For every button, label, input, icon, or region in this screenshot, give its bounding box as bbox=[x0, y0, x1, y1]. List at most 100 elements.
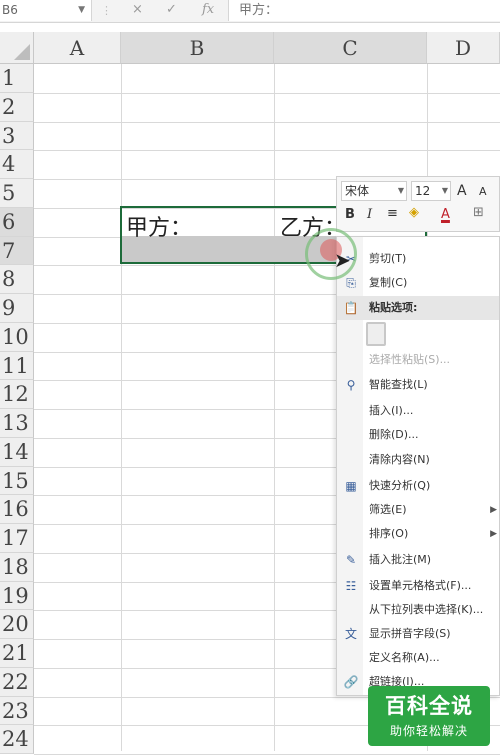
row-header-20[interactable]: 20 bbox=[0, 610, 34, 639]
column-header-b[interactable]: B bbox=[121, 32, 274, 64]
context-menu-item[interactable]: 定义名称(A)... bbox=[337, 646, 499, 670]
context-menu-item[interactable]: ⚲ 智能查找(L) bbox=[337, 373, 499, 397]
grid-line-horizontal bbox=[34, 150, 500, 152]
quick-analysis-icon: ▦ bbox=[345, 479, 357, 493]
cell-b6[interactable]: 甲方： bbox=[126, 210, 192, 242]
font-color-button[interactable]: A bbox=[441, 207, 450, 222]
context-menu-item[interactable]: 排序(O) ▶ bbox=[337, 522, 499, 546]
context-menu-item-label: 剪切(T) bbox=[369, 252, 407, 265]
row-header-2[interactable]: 2 bbox=[0, 92, 34, 122]
context-menu-item[interactable]: 选择性粘贴(S)... bbox=[337, 348, 499, 372]
row-header-17[interactable]: 17 bbox=[0, 524, 34, 553]
insert-function-icon[interactable]: fx bbox=[202, 2, 214, 17]
row-header-24[interactable]: 24 bbox=[0, 725, 34, 754]
hyperlink-icon: 🔗 bbox=[343, 675, 359, 689]
row-header-23[interactable]: 23 bbox=[0, 696, 34, 726]
enter-icon[interactable]: ✓ bbox=[166, 2, 177, 17]
row-header-14[interactable]: 14 bbox=[0, 437, 34, 467]
chevron-down-icon: ▼ bbox=[441, 186, 448, 195]
row-header-21[interactable]: 21 bbox=[0, 639, 34, 668]
cancel-icon[interactable]: × bbox=[132, 2, 143, 17]
context-menu-item-label: 显示拼音字段(S) bbox=[369, 627, 451, 640]
context-menu-item-label: 定义名称(A)... bbox=[369, 651, 440, 664]
context-menu-item-label: 复制(C) bbox=[369, 276, 408, 289]
formula-bar-separator: ⋮ bbox=[101, 4, 112, 17]
watermark-subtitle: 助你轻松解决 bbox=[389, 724, 468, 738]
row-header-12[interactable]: 12 bbox=[0, 380, 34, 409]
context-menu-item-label: 删除(D)... bbox=[369, 428, 419, 441]
font-name-value: 宋体 bbox=[345, 184, 370, 198]
bold-button[interactable]: B bbox=[345, 207, 355, 222]
grid-line-vertical bbox=[274, 64, 275, 751]
context-menu-item[interactable]: 插入(I)... bbox=[337, 399, 499, 423]
row-header-3[interactable]: 3 bbox=[0, 121, 34, 151]
row-header-18[interactable]: 18 bbox=[0, 552, 34, 582]
mouse-cursor-icon: ➤ bbox=[334, 248, 351, 272]
row-header-7[interactable]: 7 bbox=[0, 236, 34, 266]
column-header-d[interactable]: D bbox=[427, 32, 500, 64]
context-menu-item[interactable]: 删除(D)... bbox=[337, 423, 499, 447]
insert-comment-icon: ✎ bbox=[345, 553, 357, 567]
grow-font-button[interactable]: A bbox=[457, 183, 467, 199]
context-menu-item-label: 智能查找(L) bbox=[369, 378, 428, 391]
smart-lookup-icon: ⚲ bbox=[346, 378, 356, 392]
select-all-triangle-icon bbox=[14, 44, 30, 60]
select-all-corner[interactable] bbox=[0, 32, 34, 64]
submenu-arrow-icon: ▶ bbox=[490, 505, 497, 515]
name-box-value: B6 bbox=[2, 3, 18, 17]
row-header-8[interactable]: 8 bbox=[0, 265, 34, 294]
context-menu-item[interactable]: ✎ 插入批注(M) bbox=[337, 548, 499, 572]
row-header-15[interactable]: 15 bbox=[0, 466, 34, 496]
context-menu-item[interactable]: ▦ 快速分析(Q) bbox=[337, 474, 499, 498]
watermark-logo: 百科全说 助你轻松解决 bbox=[368, 686, 490, 746]
context-menu-item[interactable]: 文显示拼音字段(S) bbox=[337, 622, 499, 646]
row-header-5[interactable]: 5 bbox=[0, 179, 34, 208]
italic-button[interactable]: I bbox=[367, 207, 372, 222]
formula-input[interactable]: 甲方： bbox=[228, 0, 500, 21]
font-size-select[interactable]: 12 ▼ bbox=[411, 181, 451, 201]
watermark-title: 百科全说 bbox=[385, 694, 473, 718]
chevron-down-icon: ▼ bbox=[397, 186, 404, 195]
context-menu-item[interactable]: ☷ 设置单元格格式(F)... bbox=[337, 574, 499, 598]
row-header-6[interactable]: 6 bbox=[0, 207, 34, 237]
row-header-10[interactable]: 10 bbox=[0, 322, 34, 352]
shrink-font-button[interactable]: A bbox=[479, 185, 487, 198]
submenu-arrow-icon: ▶ bbox=[490, 529, 497, 539]
context-menu-item-label: 从下拉列表中选择(K)... bbox=[369, 603, 484, 616]
name-box[interactable]: B6 ▼ bbox=[0, 0, 92, 21]
chevron-down-icon[interactable]: ▼ bbox=[78, 0, 85, 21]
grid-line-horizontal bbox=[34, 92, 500, 94]
grid-line-horizontal bbox=[34, 121, 500, 123]
column-header-c[interactable]: C bbox=[274, 32, 427, 64]
phonetic-icon: 文 bbox=[344, 627, 357, 641]
fill-color-icon[interactable]: ◈ bbox=[409, 205, 419, 220]
context-menu-item: 📋 粘贴选项: bbox=[337, 296, 499, 320]
row-header-13[interactable]: 13 bbox=[0, 409, 34, 438]
row-header-22[interactable]: 22 bbox=[0, 667, 34, 697]
paste-icon: 📋 bbox=[343, 301, 359, 315]
font-size-value: 12 bbox=[415, 184, 431, 198]
align-center-button[interactable]: ≡ bbox=[387, 206, 398, 221]
context-menu-item-label: 筛选(E) bbox=[369, 503, 407, 516]
context-menu-item[interactable]: ⎘ 复制(C) bbox=[337, 271, 499, 295]
row-header-19[interactable]: 19 bbox=[0, 581, 34, 611]
context-menu-item[interactable]: ✂ 剪切(T) bbox=[337, 247, 499, 271]
font-name-select[interactable]: 宋体 ▼ bbox=[341, 181, 407, 201]
row-header-4[interactable]: 4 bbox=[0, 150, 34, 179]
context-menu-item-label: 排序(O) bbox=[369, 527, 409, 540]
context-menu-item-label: 选择性粘贴(S)... bbox=[369, 353, 451, 366]
column-header-a[interactable]: A bbox=[34, 32, 121, 64]
row-header-1[interactable]: 1 bbox=[0, 64, 34, 93]
context-menu-item[interactable]: 从下拉列表中选择(K)... bbox=[337, 598, 499, 622]
borders-icon[interactable]: ⊞ bbox=[473, 205, 484, 220]
paste-option-icon[interactable] bbox=[366, 322, 386, 346]
context-menu-item[interactable]: 清除内容(N) bbox=[337, 448, 499, 472]
context-menu-item[interactable]: 筛选(E) ▶ bbox=[337, 498, 499, 522]
row-header-16[interactable]: 16 bbox=[0, 495, 34, 524]
formula-bar: B6 ▼ ⋮ × ✓ fx 甲方： bbox=[0, 0, 500, 23]
row-header-9[interactable]: 9 bbox=[0, 294, 34, 323]
row-header-11[interactable]: 11 bbox=[0, 351, 34, 381]
context-menu-item-label: 设置单元格格式(F)... bbox=[369, 579, 472, 592]
context-menu-item-label: 插入(I)... bbox=[369, 404, 414, 417]
context-menu-item-label: 清除内容(N) bbox=[369, 453, 430, 466]
